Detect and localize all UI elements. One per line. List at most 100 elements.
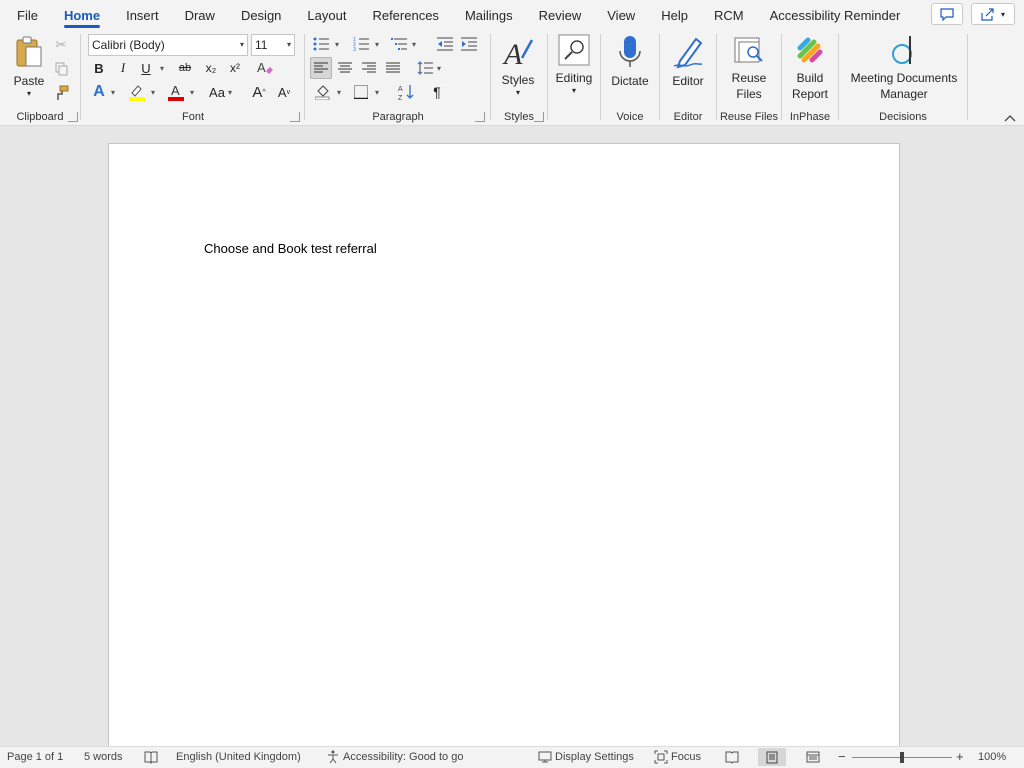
format-painter-button[interactable] [50, 82, 72, 104]
reuse-files-button[interactable]: Reuse Files [723, 34, 775, 102]
tab-references[interactable]: References [359, 0, 451, 30]
cut-button[interactable]: ✂ [50, 34, 72, 56]
read-mode-icon[interactable] [725, 750, 739, 767]
text-effects-button[interactable]: A [88, 81, 110, 103]
tab-rcm[interactable]: RCM [701, 0, 757, 30]
paste-button[interactable]: Paste ▾ [8, 34, 50, 100]
justify-icon [386, 62, 400, 73]
word-count[interactable]: 5 words [84, 751, 123, 763]
accessibility-icon [326, 750, 340, 767]
chevron-down-icon[interactable]: ▾ [437, 64, 441, 73]
chevron-down-icon[interactable]: ▾ [412, 40, 416, 49]
zoom-out-button[interactable]: − [838, 749, 846, 764]
line-spacing-icon [417, 61, 433, 75]
tab-home[interactable]: Home [51, 0, 113, 30]
bullets-button[interactable] [310, 33, 332, 55]
zoom-in-button[interactable]: + [956, 749, 964, 764]
dialog-launcher-icon[interactable] [534, 112, 544, 122]
bold-button[interactable]: B [88, 57, 110, 79]
align-center-button[interactable] [334, 57, 356, 79]
font-group: Calibri (Body) ▾ 11 ▾ B I U ▾ ab x₂ x² A… [82, 30, 304, 126]
shading-button[interactable] [312, 81, 334, 103]
tab-help[interactable]: Help [648, 0, 701, 30]
display-settings-icon [538, 750, 552, 767]
dictate-button[interactable]: Dictate [605, 34, 655, 90]
collapse-ribbon-button[interactable] [1003, 110, 1017, 124]
document-body-text[interactable]: Choose and Book test referral [204, 241, 377, 256]
editing-button[interactable]: Editing ▾ [550, 32, 598, 98]
change-case-button[interactable]: Aa [204, 81, 230, 103]
chevron-down-icon[interactable]: ▾ [190, 88, 194, 97]
dialog-launcher-icon[interactable] [68, 112, 78, 122]
tab-accessibility-reminder[interactable]: Accessibility Reminder [757, 0, 914, 30]
line-spacing-button[interactable] [414, 57, 436, 79]
meeting-documents-manager-button[interactable]: Meeting Documents Manager [843, 34, 965, 102]
font-family-select[interactable]: Calibri (Body) ▾ [88, 34, 248, 56]
language-status[interactable]: English (United Kingdom) [176, 751, 301, 763]
focus-button[interactable]: Focus [671, 751, 701, 763]
dialog-launcher-icon[interactable] [475, 112, 485, 122]
tab-layout[interactable]: Layout [294, 0, 359, 30]
tab-insert[interactable]: Insert [113, 0, 172, 30]
tab-review[interactable]: Review [526, 0, 595, 30]
underline-button[interactable]: U [135, 57, 157, 79]
meeting-documents-manager-label-line2: Manager [880, 87, 928, 101]
proofing-icon[interactable] [144, 750, 158, 767]
borders-button[interactable] [350, 81, 372, 103]
print-layout-icon[interactable] [758, 748, 786, 766]
chevron-down-icon[interactable]: ▾ [375, 40, 379, 49]
align-right-button[interactable] [358, 57, 380, 79]
multilevel-list-button[interactable] [388, 33, 410, 55]
show-formatting-button[interactable]: ¶ [426, 81, 448, 103]
chevron-down-icon[interactable]: ▾ [375, 88, 379, 97]
shrink-font-icon: A [277, 84, 287, 100]
sort-button[interactable]: AZ [396, 81, 418, 103]
chevron-down-icon[interactable]: ▾ [151, 88, 155, 97]
page-count[interactable]: Page 1 of 1 [7, 751, 63, 763]
styles-button[interactable]: A Styles ▾ [493, 34, 543, 100]
chevron-down-icon[interactable]: ▾ [228, 88, 232, 97]
tab-draw[interactable]: Draw [172, 0, 228, 30]
decrease-indent-button[interactable] [434, 33, 456, 55]
copy-button[interactable] [50, 58, 72, 80]
ribbon-tabs: File Home Insert Draw Design Layout References… [0, 0, 913, 30]
bullet-list-icon [313, 37, 329, 51]
tab-mailings[interactable]: Mailings [452, 0, 526, 30]
share-button[interactable]: ▾ [971, 3, 1015, 25]
italic-button[interactable]: I [112, 57, 134, 79]
svg-text:A: A [398, 86, 403, 93]
numbering-button[interactable]: 123 [350, 33, 372, 55]
zoom-level[interactable]: 100% [978, 751, 1006, 763]
highlight-color-button[interactable] [126, 81, 148, 103]
align-left-button[interactable] [310, 57, 332, 79]
subscript-button[interactable]: x₂ [200, 57, 222, 79]
tab-file[interactable]: File [4, 0, 51, 30]
build-report-button[interactable]: Build Report [785, 34, 835, 102]
shrink-font-button[interactable]: Av [273, 81, 295, 103]
web-layout-icon[interactable] [806, 750, 820, 767]
comments-button[interactable] [931, 3, 963, 25]
justify-button[interactable] [382, 57, 404, 79]
dialog-launcher-icon[interactable] [290, 112, 300, 122]
chevron-down-icon[interactable]: ▾ [335, 40, 339, 49]
font-color-button[interactable]: A [165, 81, 187, 103]
document-page[interactable]: Choose and Book test referral [108, 143, 900, 746]
chevron-down-icon[interactable]: ▾ [111, 88, 115, 97]
zoom-slider-thumb[interactable] [900, 752, 904, 763]
font-size-select[interactable]: 11 ▾ [251, 34, 295, 56]
grow-font-button[interactable]: A ^ [248, 81, 270, 103]
chevron-down-icon[interactable]: ▾ [337, 88, 341, 97]
bold-icon: B [94, 60, 104, 76]
tab-view[interactable]: View [594, 0, 648, 30]
clear-formatting-button[interactable]: A [254, 57, 276, 79]
editor-button[interactable]: Editor [663, 34, 713, 90]
display-settings-button[interactable]: Display Settings [555, 751, 634, 763]
tab-design[interactable]: Design [228, 0, 294, 30]
accessibility-status[interactable]: Accessibility: Good to go [343, 751, 463, 763]
document-canvas[interactable]: Choose and Book test referral [0, 126, 1024, 746]
increase-indent-button[interactable] [458, 33, 480, 55]
superscript-button[interactable]: x² [224, 57, 246, 79]
dictate-label: Dictate [611, 74, 649, 88]
strikethrough-button[interactable]: ab [174, 57, 196, 79]
chevron-down-icon[interactable]: ▾ [160, 64, 164, 73]
